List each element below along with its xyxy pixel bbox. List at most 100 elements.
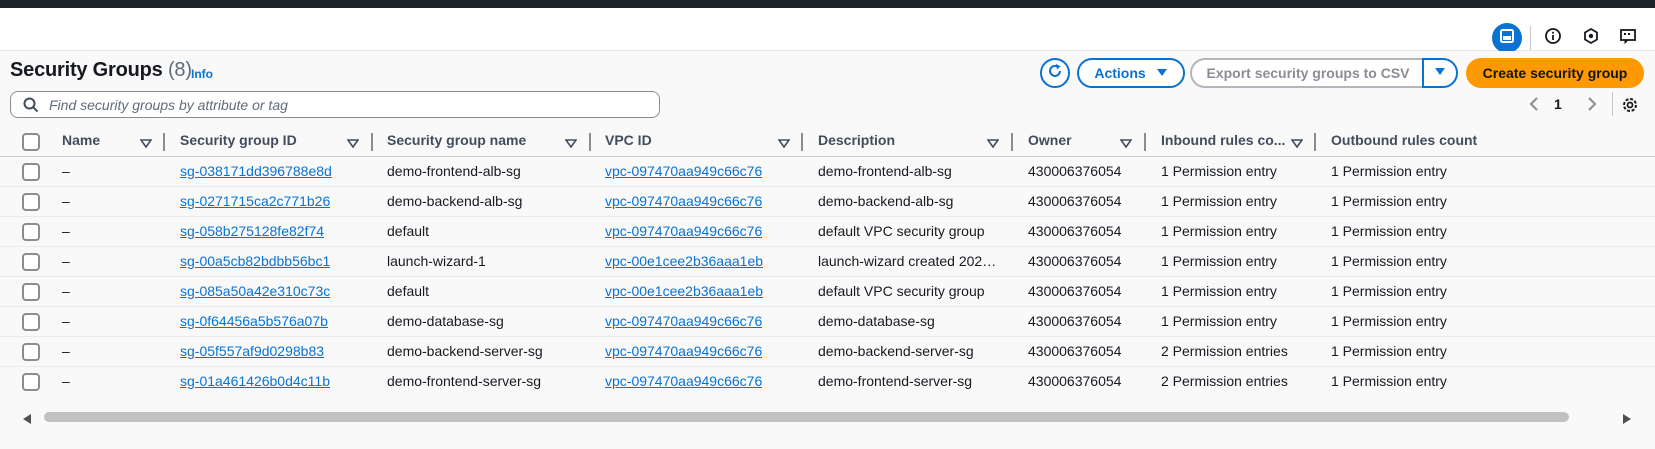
cell-sg-id-link[interactable]: sg-0f64456a5b576a07b <box>180 313 328 329</box>
cell-name: – <box>62 283 70 299</box>
sort-icon[interactable] <box>1290 136 1304 154</box>
select-all-checkbox[interactable] <box>22 133 40 151</box>
info-link[interactable]: Info <box>191 67 213 81</box>
scroll-left-icon[interactable] <box>21 412 33 430</box>
column-header-vpc-id[interactable]: VPC ID <box>605 132 652 148</box>
feedback-button[interactable] <box>1578 25 1604 51</box>
cell-description: demo-frontend-server-sg <box>818 373 973 389</box>
cell-description: default VPC security group <box>818 223 985 239</box>
cell-outbound: 1 Permission entry <box>1331 283 1447 299</box>
sort-icon[interactable] <box>564 136 578 154</box>
cell-sg-id-link[interactable]: sg-05f557af9d0298b83 <box>180 343 324 359</box>
cell-sg-id-link[interactable]: sg-0271715ca2c771b26 <box>180 193 330 209</box>
row-checkbox[interactable] <box>22 163 40 181</box>
cell-vpc-id-link[interactable]: vpc-097470aa949c66c76 <box>605 343 762 359</box>
column-header-sg-id[interactable]: Security group ID <box>180 132 297 148</box>
cell-description: demo-frontend-alb-sg <box>818 163 952 179</box>
row-checkbox[interactable] <box>22 193 40 211</box>
actions-dropdown-button[interactable]: Actions <box>1077 58 1185 88</box>
export-csv-button[interactable]: Export security groups to CSV <box>1190 58 1424 88</box>
column-header-name[interactable]: Name <box>62 132 100 148</box>
row-checkbox[interactable] <box>22 343 40 361</box>
pagination-divider <box>1612 92 1613 116</box>
table-row[interactable]: – sg-0f64456a5b576a07b demo-database-sg … <box>0 306 1655 337</box>
cell-sg-id-link[interactable]: sg-00a5cb82bdbb56bc1 <box>180 253 330 269</box>
cell-inbound: 2 Permission entries <box>1161 343 1288 359</box>
row-checkbox[interactable] <box>22 253 40 271</box>
cell-inbound: 1 Permission entry <box>1161 253 1277 269</box>
cell-vpc-id-link[interactable]: vpc-097470aa949c66c76 <box>605 223 762 239</box>
sort-icon[interactable] <box>986 136 1000 154</box>
row-checkbox[interactable] <box>22 283 40 301</box>
cell-sg-name: launch-wizard-1 <box>387 253 486 269</box>
column-divider[interactable] <box>163 133 165 151</box>
table-row[interactable]: – sg-00a5cb82bdbb56bc1 launch-wizard-1 v… <box>0 246 1655 277</box>
cell-vpc-id-link[interactable]: vpc-097470aa949c66c76 <box>605 373 762 389</box>
cell-outbound: 1 Permission entry <box>1331 163 1447 179</box>
column-divider[interactable] <box>1011 133 1013 151</box>
settings-icon[interactable] <box>1621 96 1639 119</box>
cell-vpc-id-link[interactable]: vpc-097470aa949c66c76 <box>605 163 762 179</box>
table-row[interactable]: – sg-05f557af9d0298b83 demo-backend-serv… <box>0 336 1655 367</box>
cell-owner: 430006376054 <box>1028 253 1122 269</box>
column-header-sg-name[interactable]: Security group name <box>387 132 526 148</box>
chevron-left-icon[interactable] <box>1527 96 1541 117</box>
sort-icon[interactable] <box>139 136 153 154</box>
cell-sg-id-link[interactable]: sg-038171dd396788e8d <box>180 163 332 179</box>
search-filter[interactable] <box>10 91 660 118</box>
horizontal-scrollbar[interactable] <box>44 412 1569 422</box>
row-checkbox[interactable] <box>22 313 40 331</box>
column-divider[interactable] <box>371 133 373 151</box>
search-input[interactable] <box>47 94 651 116</box>
cell-inbound: 1 Permission entry <box>1161 283 1277 299</box>
table-row[interactable]: – sg-0271715ca2c771b26 demo-backend-alb-… <box>0 186 1655 217</box>
sort-icon[interactable] <box>777 136 791 154</box>
cell-vpc-id-link[interactable]: vpc-097470aa949c66c76 <box>605 193 762 209</box>
table-row[interactable]: – sg-085a50a42e310c73c default vpc-00e1c… <box>0 276 1655 307</box>
export-dropdown-button[interactable] <box>1422 58 1458 88</box>
cell-sg-id-link[interactable]: sg-01a461426b0d4c11b <box>180 373 330 389</box>
table-row[interactable]: – sg-01a461426b0d4c11b demo-frontend-ser… <box>0 366 1655 396</box>
table-row[interactable]: – sg-058b275128fe82f74 default vpc-09747… <box>0 216 1655 247</box>
actions-label: Actions <box>1094 65 1146 81</box>
cell-vpc-id-link[interactable]: vpc-097470aa949c66c76 <box>605 313 762 329</box>
caret-down-icon <box>1156 65 1168 81</box>
column-divider[interactable] <box>1144 133 1146 151</box>
page-title: Security Groups (8) <box>10 59 192 82</box>
column-divider[interactable] <box>801 133 803 151</box>
chevron-right-icon[interactable] <box>1585 96 1599 117</box>
refresh-button[interactable] <box>1040 58 1070 88</box>
sort-icon[interactable] <box>1119 136 1133 154</box>
table-row[interactable]: – sg-038171dd396788e8d demo-frontend-alb… <box>0 156 1655 187</box>
cell-outbound: 1 Permission entry <box>1331 343 1447 359</box>
cell-sg-id-link[interactable]: sg-058b275128fe82f74 <box>180 223 324 239</box>
export-label: Export security groups to CSV <box>1206 65 1410 81</box>
cell-inbound: 2 Permission entries <box>1161 373 1288 389</box>
page-number[interactable]: 1 <box>1554 96 1562 112</box>
cell-owner: 430006376054 <box>1028 313 1122 329</box>
row-checkbox[interactable] <box>22 373 40 391</box>
cell-name: – <box>62 253 70 269</box>
shortcuts-button[interactable] <box>1615 25 1641 51</box>
cell-outbound: 1 Permission entry <box>1331 223 1447 239</box>
column-header-inbound[interactable]: Inbound rules co... <box>1161 132 1285 148</box>
create-security-group-button[interactable]: Create security group <box>1466 58 1644 88</box>
column-header-owner[interactable]: Owner <box>1028 132 1072 148</box>
cell-owner: 430006376054 <box>1028 343 1122 359</box>
column-header-description[interactable]: Description <box>818 132 895 148</box>
cell-name: – <box>62 223 70 239</box>
cell-vpc-id-link[interactable]: vpc-00e1cee2b36aaa1eb <box>605 253 763 269</box>
row-checkbox[interactable] <box>22 223 40 241</box>
cell-outbound: 1 Permission entry <box>1331 253 1447 269</box>
cell-inbound: 1 Permission entry <box>1161 193 1277 209</box>
column-header-outbound[interactable]: Outbound rules count <box>1331 132 1477 148</box>
column-divider[interactable] <box>589 133 591 151</box>
info-panel-button[interactable] <box>1540 25 1566 51</box>
panel-icon <box>1499 28 1515 49</box>
cell-sg-id-link[interactable]: sg-085a50a42e310c73c <box>180 283 330 299</box>
sort-icon[interactable] <box>346 136 360 154</box>
scroll-right-icon[interactable] <box>1621 412 1633 430</box>
cell-vpc-id-link[interactable]: vpc-00e1cee2b36aaa1eb <box>605 283 763 299</box>
panel-toggle-button[interactable] <box>1492 23 1522 53</box>
column-divider[interactable] <box>1314 133 1316 151</box>
